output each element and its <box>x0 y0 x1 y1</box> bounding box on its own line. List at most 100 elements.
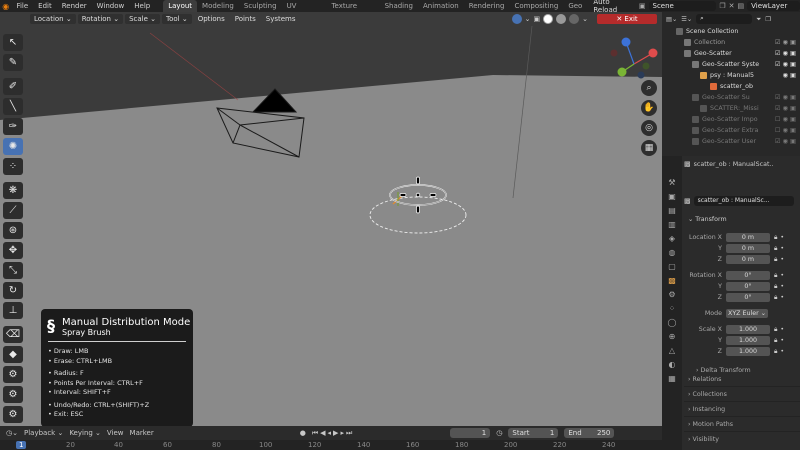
visibility-icons[interactable]: ☑ ◉ ▣ <box>775 92 800 103</box>
outliner-row[interactable]: SCATTER:_Missi ☑ ◉ ▣ <box>662 103 800 114</box>
collections-section[interactable]: › Collections <box>684 387 800 402</box>
filter-icon[interactable]: ⏷ <box>756 14 761 25</box>
eyedropper-icon[interactable]: ⟋ <box>3 202 23 219</box>
spray-dots-icon[interactable]: ⁘ <box>3 158 23 175</box>
menu-help[interactable]: Help <box>129 0 155 12</box>
keyframe-dot-icon[interactable]: • <box>780 294 784 301</box>
rotation-dropdown[interactable]: Rotation ⌄ <box>77 14 124 24</box>
collection-tab-icon[interactable]: ▢ <box>668 262 676 271</box>
visibility-icons[interactable]: ☐ ◉ ▣ <box>775 125 800 136</box>
playback-controls-icon[interactable]: ⏮◀◂▶▸⏭ <box>312 429 354 438</box>
keyframe-dot-icon[interactable]: • <box>780 283 784 290</box>
lock-icon[interactable]: 🔒︎ <box>774 234 777 242</box>
tab-uv-editing[interactable]: UV Editing <box>282 0 327 22</box>
object-tab-icon[interactable]: ▩ <box>668 276 676 285</box>
outliner-row[interactable]: scatter_ob <box>662 81 800 92</box>
exit-button[interactable]: ✕ Exit <box>597 14 657 24</box>
tool-dropdown[interactable]: Tool ⌄ <box>162 14 192 24</box>
keyframe-dot-icon[interactable]: • <box>780 256 784 263</box>
outliner-row[interactable]: psy : Manual5 ◉ ▣ <box>662 70 800 81</box>
playhead[interactable]: 1 <box>16 441 27 449</box>
rendered-shading-icon[interactable] <box>569 14 580 24</box>
points-menu[interactable]: Points <box>231 15 260 23</box>
tab-texture-paint[interactable]: Texture Paint <box>326 0 379 22</box>
tab-compositing[interactable]: Compositing <box>509 0 563 12</box>
rotation-y-field[interactable]: 0° <box>726 282 770 291</box>
lock-icon[interactable]: 🔒︎ <box>774 348 777 356</box>
tab-geo[interactable]: Geo <box>563 0 587 12</box>
zoom-icon[interactable]: ⌕ <box>641 80 657 96</box>
scale-points-icon[interactable]: ⤡ <box>3 262 23 279</box>
spray-brush-icon[interactable]: ✺ <box>3 138 23 155</box>
lock-icon[interactable]: 🔒︎ <box>774 245 777 253</box>
shading-options-icon[interactable]: ⌄ <box>582 15 588 23</box>
visibility-icons[interactable]: ☑ ◉ ▣ <box>775 103 800 114</box>
scene-tab-icon[interactable]: ◈ <box>669 234 675 243</box>
keyframe-dot-icon[interactable]: • <box>780 326 784 333</box>
rotation-x-field[interactable]: 0° <box>726 271 770 280</box>
keyframe-dot-icon[interactable]: • <box>780 234 784 241</box>
view-layer-selector[interactable]: ViewLayer <box>747 1 800 11</box>
timeline-ruler[interactable]: 1 20 40 60 80 100 120 140 160 180 200 22… <box>0 440 662 450</box>
outliner-search-input[interactable]: ⌕ <box>696 14 753 24</box>
record-icon[interactable]: ● <box>300 429 306 437</box>
outliner-row[interactable]: Collection ☑ ◉ ▣ <box>662 37 800 48</box>
timeline-editor-icon[interactable]: ◷⌄ <box>6 429 18 437</box>
move-points-icon[interactable]: ✥ <box>3 242 23 259</box>
view-layer-tab-icon[interactable]: ▥ <box>668 220 676 229</box>
transform-header[interactable]: ⌄ Transform <box>684 214 800 226</box>
instancing-section[interactable]: › Instancing <box>684 402 800 417</box>
outliner-row[interactable]: Scene Collection <box>662 26 800 37</box>
world-tab-icon[interactable]: ◍ <box>669 248 676 257</box>
visibility-icons[interactable]: ☑ ◉ ▣ <box>775 136 800 147</box>
copy-icon[interactable]: ❐ <box>719 2 725 10</box>
solid-shading-icon[interactable] <box>543 14 554 24</box>
scale-z-field[interactable]: 1.000 <box>726 347 770 356</box>
location-x-field[interactable]: 0 m <box>726 233 770 242</box>
scale-y-field[interactable]: 1.000 <box>726 336 770 345</box>
menu-file[interactable]: File <box>11 0 33 12</box>
visibility-icons[interactable]: ☑ ◉ ▣ <box>775 48 800 59</box>
draw-pen-icon[interactable]: ✎ <box>3 54 23 71</box>
object-name[interactable]: scatter_ob : ManualScat.. <box>694 161 774 168</box>
scale-x-field[interactable]: 1.000 <box>726 325 770 334</box>
close-icon[interactable]: ✕ <box>729 2 735 10</box>
chevron-down-icon[interactable]: ⌄ <box>525 15 531 23</box>
eraser-icon[interactable]: ⌫ <box>3 326 23 343</box>
outliner-row[interactable]: Geo-Scatter Syste ☑ ◉ ▣ <box>662 59 800 70</box>
outliner-row[interactable]: Geo-Scatter Extra ☐ ◉ ▣ <box>662 125 800 136</box>
view-menu[interactable]: View <box>107 429 124 437</box>
tab-animation[interactable]: Animation <box>418 0 464 12</box>
tab-layout[interactable]: Layout <box>163 0 198 12</box>
output-tab-icon[interactable]: ▤ <box>668 206 676 215</box>
brush-line-icon[interactable]: ╲ <box>3 98 23 115</box>
drop-icon[interactable]: ◆ <box>3 346 23 363</box>
lock-icon[interactable]: 🔒︎ <box>774 337 777 345</box>
display-mode-icon[interactable]: ☰⌄ <box>681 14 692 25</box>
tab-shading[interactable]: Shading <box>380 0 418 12</box>
grid-view-icon[interactable]: ▦ <box>641 140 657 156</box>
location-y-field[interactable]: 0 m <box>726 244 770 253</box>
keyframe-dot-icon[interactable]: • <box>780 337 784 344</box>
keyframe-dot-icon[interactable]: • <box>780 245 784 252</box>
outliner-row[interactable]: Geo-Scatter Su ☑ ◉ ▣ <box>662 92 800 103</box>
visibility-icons[interactable]: ◉ ▣ <box>783 70 800 81</box>
tab-modeling[interactable]: Modeling <box>197 0 239 12</box>
marker-menu[interactable]: Marker <box>130 429 154 437</box>
visibility-icons[interactable]: ☑ ◉ ▣ <box>775 59 800 70</box>
lock-icon[interactable]: 🔒︎ <box>774 326 777 334</box>
particles-tab-icon[interactable]: ⁘ <box>669 304 676 313</box>
outliner-row[interactable]: Geo-Scatter ☑ ◉ ▣ <box>662 48 800 59</box>
menu-edit[interactable]: Edit <box>33 0 57 12</box>
render-tab-icon[interactable]: ▣ <box>668 192 676 201</box>
options-menu[interactable]: Options <box>194 15 229 23</box>
rotation-z-field[interactable]: 0° <box>726 293 770 302</box>
blender-logo-icon[interactable]: ◉ <box>0 0 11 12</box>
editor-type-icon[interactable]: ▤⌄ <box>666 14 677 25</box>
3d-viewport[interactable]: Location ⌄ Rotation ⌄ Scale ⌄ Tool ⌄ Opt… <box>0 12 662 426</box>
pan-hand-icon[interactable]: ✋ <box>641 100 657 116</box>
xray-icon[interactable]: ▣ <box>534 15 541 23</box>
attract-icon[interactable]: ⊛ <box>3 222 23 239</box>
object-data-field[interactable]: scatter_ob : ManualSc... <box>693 196 794 206</box>
camera-view-icon[interactable]: ◎ <box>641 120 657 136</box>
